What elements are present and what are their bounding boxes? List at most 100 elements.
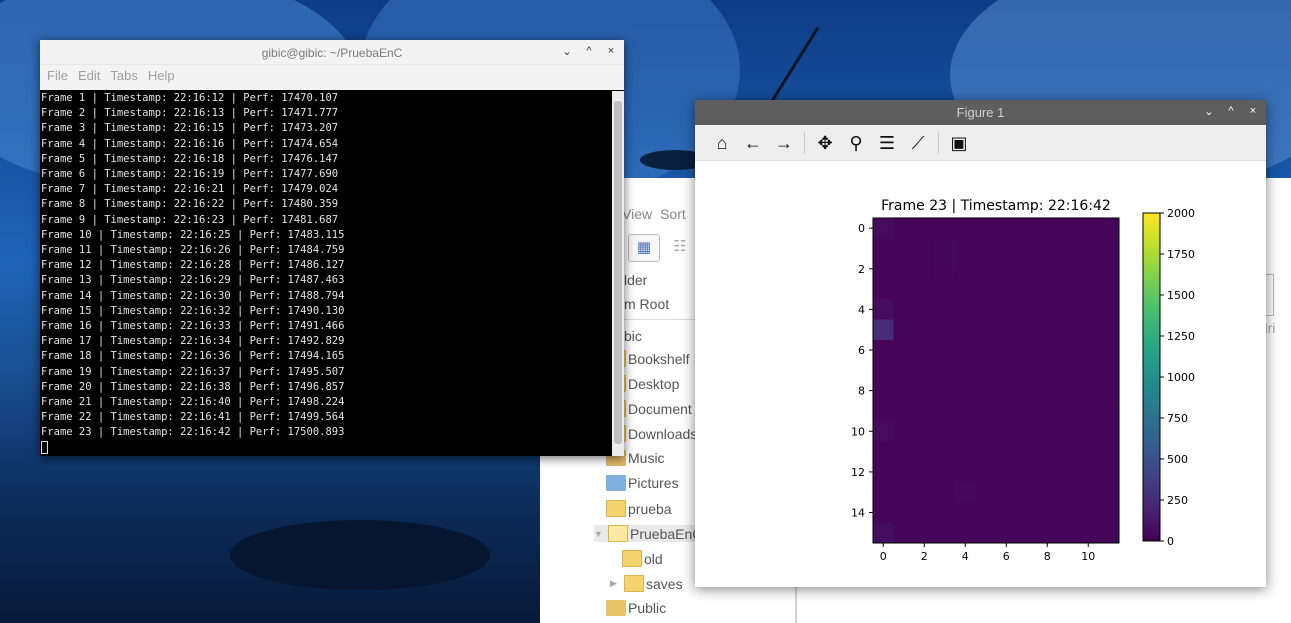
colorbar-tick-label: 1000	[1167, 371, 1195, 384]
icon-view-button[interactable]: ▦	[628, 234, 660, 262]
scrollbar-thumb[interactable]	[614, 101, 622, 444]
sidebar-item-label: Bookshelf	[628, 350, 690, 367]
sidebar-item-label: prueba	[628, 500, 672, 517]
heatmap-cell	[934, 218, 956, 239]
toolbar-separator	[804, 131, 805, 154]
y-tick-label: 14	[851, 507, 865, 520]
heatmap-cell	[1037, 522, 1058, 544]
terminal-output[interactable]: Frame 1 | Timestamp: 22:16:12 | Perf: 17…	[41, 91, 612, 456]
heatmap-cell	[996, 258, 1017, 280]
edit-axis-icon[interactable]: ⟋	[907, 133, 929, 153]
heatmap-cell	[955, 461, 976, 483]
heatmap-cell	[1057, 441, 1079, 463]
heatmap-cell	[1098, 441, 1120, 463]
heatmap-cell	[996, 380, 1017, 402]
heatmap-cell	[955, 502, 976, 524]
heatmap-cell	[893, 258, 915, 280]
heatmap-cell	[914, 218, 935, 239]
menu-help[interactable]: Help	[148, 68, 175, 90]
heatmap-cell	[1016, 380, 1038, 402]
terminal-line: Frame 20 | Timestamp: 22:16:38 | Perf: 1…	[41, 380, 345, 393]
terminal-titlebar[interactable]: gibic@gibic: ~/PruebaEnC ⌄ ^ ×	[40, 40, 624, 65]
figure-toolbar: ⌂ ← → ✥ ⚲ ☰ ⟋ ▣	[695, 125, 1266, 161]
heatmap-cell	[1078, 522, 1099, 544]
heatmap-cell	[975, 482, 997, 503]
menu-file[interactable]: File	[47, 68, 68, 90]
terminal-line: Frame 23 | Timestamp: 22:16:42 | Perf: 1…	[41, 426, 345, 439]
menu-edit[interactable]: Edit	[78, 68, 100, 90]
y-tick-label: 4	[858, 303, 865, 316]
terminal-line: Frame 13 | Timestamp: 22:16:29 | Perf: 1…	[41, 274, 345, 287]
pan-icon[interactable]: ✥	[814, 133, 836, 153]
heatmap-cell	[1078, 482, 1099, 503]
heatmap-cell	[1098, 421, 1120, 442]
sidebar-item-old[interactable]: old	[622, 550, 663, 567]
menu-tabs[interactable]: Tabs	[110, 68, 137, 90]
heatmap-cell	[893, 238, 915, 260]
heatmap-cell	[996, 339, 1017, 361]
chart-title: Frame 23 | Timestamp: 22:16:42	[881, 198, 1111, 214]
terminal-line: Frame 15 | Timestamp: 22:16:32 | Perf: 1…	[41, 304, 345, 317]
sidebar-item-pictures[interactable]: Pictures	[606, 475, 679, 491]
view-menu[interactable]: View	[622, 206, 652, 222]
sidebar-item-saves[interactable]: ▶ saves	[610, 575, 683, 592]
heatmap-cell	[1016, 258, 1038, 280]
figure-titlebar[interactable]: Figure 1 ⌄ ^ ×	[695, 100, 1266, 125]
minimize-icon[interactable]: ⌄	[1204, 105, 1214, 118]
terminal-line: Frame 11 | Timestamp: 22:16:26 | Perf: 1…	[41, 244, 345, 257]
heatmap-cell	[1078, 360, 1099, 381]
subplots-icon[interactable]: ☰	[876, 133, 898, 153]
terminal-line: Frame 1 | Timestamp: 22:16:12 | Perf: 17…	[41, 92, 339, 104]
save-icon[interactable]: ▣	[948, 133, 970, 153]
folder-open-icon	[608, 525, 628, 542]
forward-icon[interactable]: →	[773, 133, 795, 153]
back-icon[interactable]: ←	[742, 133, 764, 153]
heatmap-cell	[1098, 380, 1120, 402]
heatmap-cell	[1037, 421, 1058, 442]
heatmap-cell	[1057, 218, 1079, 239]
heatmap-cell	[873, 218, 894, 239]
heatmap-cell	[914, 441, 935, 463]
heatmap-cell	[955, 400, 976, 422]
maximize-icon[interactable]: ^	[1226, 105, 1236, 118]
heatmap-cell	[934, 522, 956, 544]
sidebar-item-label: Public	[628, 600, 667, 616]
home-icon[interactable]: ⌂	[711, 133, 733, 153]
heatmap-cell	[873, 421, 894, 442]
sidebar-item-prueba[interactable]: prueba	[606, 500, 672, 517]
sidebar-item-label: saves	[646, 575, 683, 592]
heatmap-cell	[975, 502, 997, 524]
terminal-line: Frame 22 | Timestamp: 22:16:41 | Perf: 1…	[41, 411, 345, 424]
heatmap-cell	[934, 482, 956, 503]
toolbar-separator	[938, 131, 939, 154]
heatmap-cell	[1016, 522, 1038, 544]
heatmap-cell	[1098, 400, 1120, 422]
list-view-button[interactable]: ☷	[666, 234, 694, 262]
heatmap-cell	[1078, 502, 1099, 524]
y-tick-label: 12	[851, 466, 865, 479]
heatmap-cell	[1078, 421, 1099, 442]
chevron-down-icon[interactable]: ▼	[594, 529, 606, 539]
x-tick-label: 10	[1081, 550, 1095, 563]
heatmap-cell	[1037, 319, 1058, 341]
terminal-line: Frame 10 | Timestamp: 22:16:25 | Perf: 1…	[41, 228, 345, 241]
x-tick-label: 6	[1003, 550, 1010, 563]
zoom-icon[interactable]: ⚲	[845, 133, 867, 153]
heatmap-cell	[1078, 258, 1099, 280]
heatmap-cell	[914, 502, 935, 524]
maximize-icon[interactable]: ^	[584, 45, 594, 58]
heatmap-cell	[893, 461, 915, 483]
chevron-right-icon[interactable]: ▶	[610, 578, 622, 589]
heatmap-cell	[1057, 258, 1079, 280]
heatmap-cell	[955, 218, 976, 239]
heatmap-cell	[975, 380, 997, 402]
terminal-scrollbar[interactable]	[612, 91, 624, 456]
close-icon[interactable]: ×	[606, 45, 616, 58]
heatmap-cell	[996, 421, 1017, 442]
close-icon[interactable]: ×	[1248, 105, 1258, 118]
heatmap-cell	[996, 218, 1017, 239]
sort-menu[interactable]: Sort	[660, 206, 686, 222]
heatmap-cell	[873, 522, 894, 544]
sidebar-item-public[interactable]: Public	[606, 600, 666, 616]
minimize-icon[interactable]: ⌄	[562, 45, 572, 58]
